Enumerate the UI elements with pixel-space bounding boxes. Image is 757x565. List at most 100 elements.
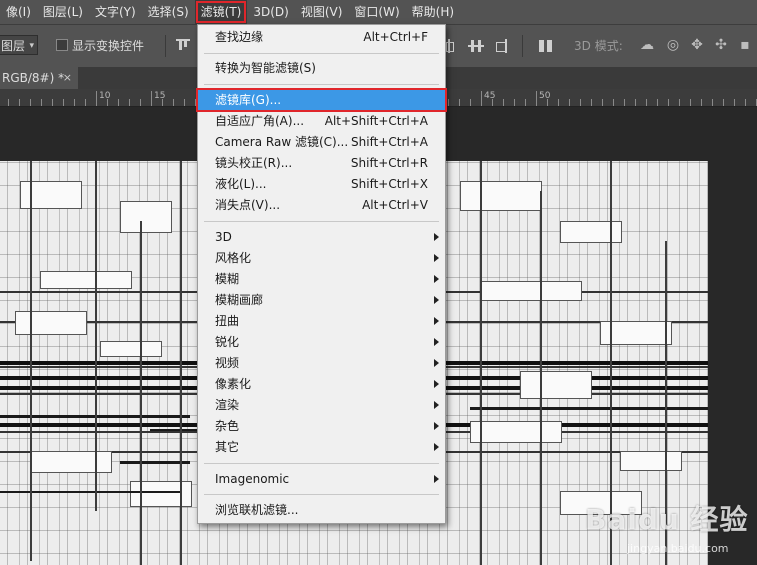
menu-item-liquify[interactable]: 液化(L)... Shift+Ctrl+X (198, 174, 445, 194)
ruler-tick (690, 99, 691, 106)
toolbar-divider (165, 35, 166, 57)
3d-orbit-icon[interactable]: ☁ (638, 36, 656, 54)
menu-separator (204, 221, 439, 222)
distribute-hcenter2-icon[interactable] (468, 38, 484, 54)
ruler-tick (503, 99, 504, 106)
menu-item-adaptive-wide-angle[interactable]: 自适应广角(A)... Alt+Shift+Ctrl+A (198, 111, 445, 131)
menu-help[interactable]: 帮助(H) (406, 0, 460, 24)
texture-dark-line (470, 407, 708, 410)
ruler-tick (745, 99, 746, 106)
texture-block (460, 181, 542, 211)
texture-vertical (140, 221, 142, 565)
ruler-tick (41, 99, 42, 106)
menu-image[interactable]: 像(I) (0, 0, 37, 24)
ruler-label: 50 (539, 91, 551, 101)
texture-vertical (540, 191, 542, 565)
menu-3d[interactable]: 3D(D) (247, 0, 294, 24)
auto-align-icon[interactable] (538, 38, 554, 54)
auto-select-dropdown[interactable]: 图层 ▾ (0, 35, 38, 55)
menu-item-pixelate[interactable]: 像素化 (198, 374, 445, 394)
distribute-hcenter-icon[interactable] (446, 38, 462, 54)
menu-item-filter-gallery[interactable]: 滤镜库(G)... (196, 88, 447, 112)
submenu-arrow-icon (434, 443, 439, 451)
align-top-icon[interactable] (175, 38, 191, 54)
menu-item-other[interactable]: 其它 (198, 437, 445, 457)
menu-item-noise[interactable]: 杂色 (198, 416, 445, 436)
document-tab[interactable]: RGB/8#) * × (0, 67, 78, 89)
menu-item-lens-correction[interactable]: 镜头校正(R)... Shift+Ctrl+R (198, 153, 445, 173)
submenu-arrow-icon (434, 338, 439, 346)
show-transform-controls-checkbox[interactable] (56, 39, 68, 51)
ruler-tick (624, 99, 625, 106)
document-tab-title: RGB/8#) * (2, 71, 65, 85)
3d-pan-icon[interactable]: ✥ (688, 36, 706, 54)
ruler-tick (85, 99, 86, 106)
ruler-tick (19, 99, 20, 106)
3d-mode-label: 3D 模式: (574, 39, 623, 53)
menu-filter[interactable]: 滤镜(T) (194, 0, 248, 24)
ruler-tick (184, 99, 185, 106)
auto-select-value: 图层 (1, 39, 26, 53)
menu-item-vanishing-point[interactable]: 消失点(V)... Alt+Ctrl+V (198, 195, 445, 215)
baidu-watermark-url: jingyan.baidu.com (627, 542, 729, 555)
texture-block (120, 201, 172, 233)
submenu-arrow-icon (434, 359, 439, 367)
menu-layer[interactable]: 图层(L) (37, 0, 89, 24)
ruler-tick (63, 99, 64, 106)
ruler-tick (569, 99, 570, 106)
texture-vertical (180, 161, 182, 565)
ruler-tick (118, 99, 119, 106)
menu-item-stylize[interactable]: 风格化 (198, 248, 445, 268)
3d-slide-icon[interactable]: ✣ (712, 36, 730, 54)
menu-item-convert-smart-filters[interactable]: 转换为智能滤镜(S) (198, 58, 445, 78)
menu-view[interactable]: 视图(V) (295, 0, 349, 24)
ruler-tick (8, 99, 9, 106)
ruler-tick (30, 99, 31, 106)
submenu-arrow-icon (434, 401, 439, 409)
ruler-tick (635, 99, 636, 106)
texture-dark-line (0, 491, 180, 493)
menu-item-blur[interactable]: 模糊 (198, 269, 445, 289)
distribute-right-icon[interactable] (492, 38, 508, 54)
toolbar-divider (522, 35, 523, 57)
texture-vertical (30, 161, 32, 561)
ruler-tick (679, 99, 680, 106)
menu-select[interactable]: 选择(S) (142, 0, 195, 24)
ruler-tick (74, 99, 75, 106)
ruler-tick (459, 99, 460, 106)
menu-window[interactable]: 窗口(W) (348, 0, 405, 24)
menu-item-distort[interactable]: 扭曲 (198, 311, 445, 331)
ruler-major-tick (536, 91, 537, 106)
ruler-tick (525, 99, 526, 106)
menu-separator (204, 53, 439, 54)
ruler-tick (514, 99, 515, 106)
menu-item-video[interactable]: 视频 (198, 353, 445, 373)
ruler-major-tick (151, 91, 152, 106)
submenu-arrow-icon (434, 296, 439, 304)
3d-roll-icon[interactable]: ◎ (664, 36, 682, 54)
close-icon[interactable]: × (63, 67, 72, 89)
ruler-tick (723, 99, 724, 106)
menu-item-sharpen[interactable]: 锐化 (198, 332, 445, 352)
menu-item-find-edges[interactable]: 查找边缘 Alt+Ctrl+F (198, 27, 445, 47)
3d-scale-icon[interactable]: ▪ (736, 36, 754, 54)
menu-separator (204, 84, 439, 85)
texture-block (480, 281, 582, 301)
menu-type[interactable]: 文字(Y) (89, 0, 142, 24)
ruler-tick (734, 99, 735, 106)
ruler-tick (448, 99, 449, 106)
texture-block (15, 311, 87, 335)
texture-block (520, 371, 592, 399)
ruler-tick (602, 99, 603, 106)
menu-item-render[interactable]: 渲染 (198, 395, 445, 415)
submenu-arrow-icon (434, 254, 439, 262)
menu-item-camera-raw[interactable]: Camera Raw 滤镜(C)... Shift+Ctrl+A (198, 132, 445, 152)
menu-item-browse-online-filters[interactable]: 浏览联机滤镜... (198, 500, 445, 520)
ruler-major-tick (96, 91, 97, 106)
menu-item-imagenomic[interactable]: Imagenomic (198, 469, 445, 489)
ruler-tick (52, 99, 53, 106)
ruler-tick (668, 99, 669, 106)
ruler-tick (580, 99, 581, 106)
menu-item-3d[interactable]: 3D (198, 227, 445, 247)
menu-item-blur-gallery[interactable]: 模糊画廊 (198, 290, 445, 310)
